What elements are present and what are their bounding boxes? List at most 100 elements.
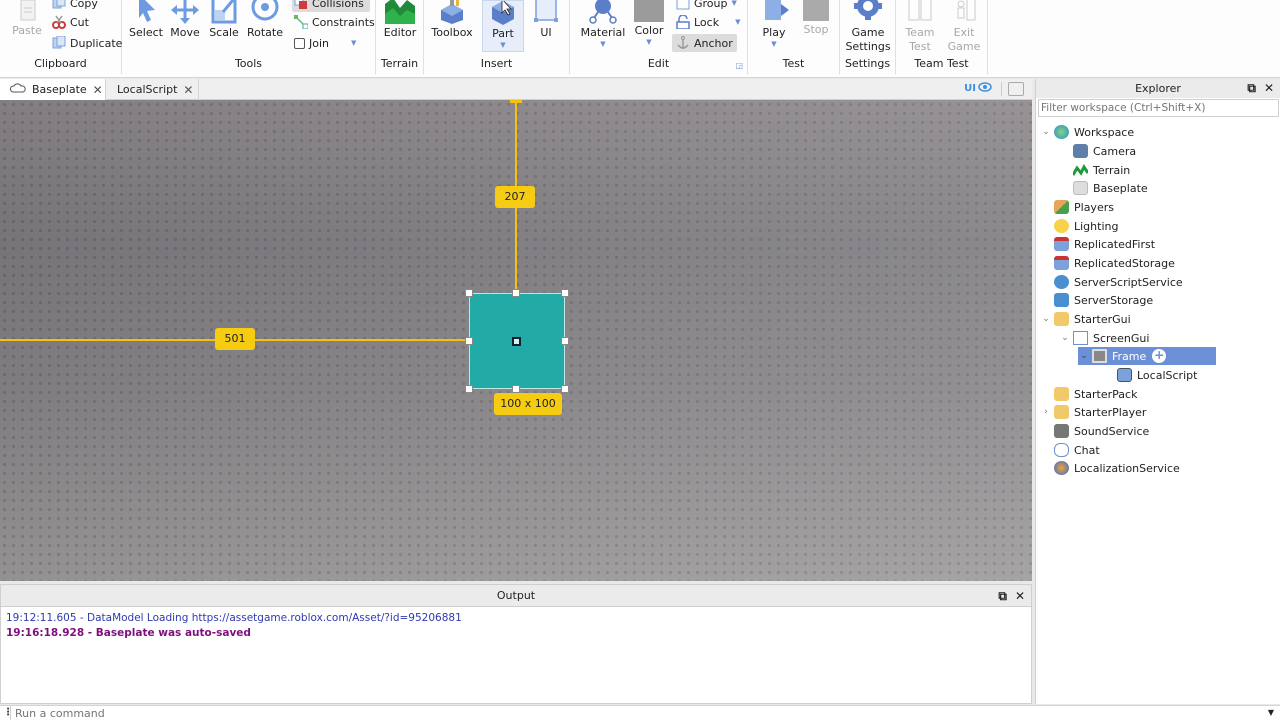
tree-item-serverscriptservice[interactable]: ServerScriptService <box>1052 273 1183 291</box>
tree-item-replicatedstorage[interactable]: ReplicatedStorage <box>1052 254 1175 272</box>
chevron-down-icon[interactable]: ⌄ <box>1040 127 1052 137</box>
chevron-down-icon[interactable]: ⌄ <box>1059 333 1071 343</box>
scale-tool-button[interactable]: Scale <box>206 0 242 40</box>
anchor-icon <box>676 36 690 50</box>
close-output-icon[interactable]: ✕ <box>1015 585 1025 607</box>
color-dropdown-icon[interactable]: ▼ <box>632 38 666 46</box>
tab-baseplate[interactable]: Baseplate ✕ <box>0 79 106 100</box>
tree-item-lighting[interactable]: Lighting <box>1052 217 1118 235</box>
server-script-icon <box>1054 275 1069 289</box>
cloud-icon <box>9 83 26 96</box>
tree-item-players[interactable]: Players <box>1052 198 1114 216</box>
join-checkbox[interactable]: Join ▼ <box>294 34 356 52</box>
tree-item-starterplayer[interactable]: › StarterPlayer <box>1040 403 1146 421</box>
tree-item-frame[interactable]: ⌄ Frame + <box>1078 347 1217 365</box>
tree-item-localizationservice[interactable]: LocalizationService <box>1052 459 1180 477</box>
tree-item-serverstorage[interactable]: ServerStorage <box>1052 291 1153 309</box>
group-button[interactable]: Group ▼ <box>676 0 737 12</box>
duplicate-icon <box>52 35 66 50</box>
frame-size-label: 100 x 100 <box>494 393 562 415</box>
material-molecule-icon <box>588 0 618 24</box>
exit-game-icon <box>949 0 979 24</box>
duplicate-button[interactable]: Duplicate <box>52 34 122 52</box>
tree-item-startergui[interactable]: ⌄ StarterGui <box>1040 310 1131 328</box>
tools-group: Select Move Scale Rotate Collisions Cons… <box>122 0 376 74</box>
terrain-group: Editor Terrain <box>376 0 424 74</box>
tree-item-baseplate[interactable]: Baseplate <box>1071 179 1148 197</box>
lock-button[interactable]: Lock ▼ <box>676 13 740 31</box>
settings-group: Game Settings Settings <box>840 0 896 74</box>
play-button[interactable]: Play ▼ <box>756 0 792 48</box>
tree-item-starterpack[interactable]: StarterPack <box>1052 385 1137 403</box>
rotate-tool-button[interactable]: Rotate <box>245 0 285 40</box>
resize-handle-bottom-right[interactable] <box>561 385 569 393</box>
paste-button[interactable]: Paste <box>8 0 46 38</box>
tree-item-chat[interactable]: Chat <box>1052 441 1100 459</box>
frame-center-handle[interactable] <box>512 337 521 346</box>
toolbox-icon <box>437 0 467 24</box>
stop-button[interactable]: Stop <box>798 0 834 37</box>
roblox-studio-window: Paste Copy Cut Duplicate Clipboard Selec… <box>0 0 1280 720</box>
lock-dropdown-icon[interactable]: ▼ <box>735 18 740 26</box>
explorer-filter-input[interactable] <box>1038 99 1279 117</box>
game-settings-button[interactable]: Game Settings <box>844 0 892 54</box>
material-dropdown-icon[interactable]: ▼ <box>580 40 626 48</box>
command-history-dropdown-icon[interactable]: ▼ <box>1268 708 1274 717</box>
play-dropdown-icon[interactable]: ▼ <box>756 40 792 48</box>
anchor-toggle[interactable]: Anchor <box>672 34 737 52</box>
chevron-down-icon[interactable]: ⌄ <box>1040 314 1052 324</box>
join-dropdown-icon[interactable]: ▼ <box>351 39 356 47</box>
ui-insert-button[interactable]: UI <box>528 0 564 40</box>
cut-button[interactable]: Cut <box>52 13 89 31</box>
tree-item-camera[interactable]: Camera <box>1071 142 1136 160</box>
group-dropdown-icon[interactable]: ▼ <box>732 0 737 7</box>
resize-handle-bottom[interactable] <box>512 385 520 393</box>
resize-handle-top[interactable] <box>512 289 520 297</box>
select-tool-button[interactable]: Select <box>128 0 164 40</box>
chevron-right-icon[interactable]: › <box>1040 407 1052 417</box>
team-test-group: Team Test Exit Game Team Test <box>896 0 988 74</box>
document-tab-bar: Baseplate ✕ LocalScript ✕ UI <box>0 79 1032 100</box>
ui-visibility-toggle[interactable]: UI <box>964 82 992 95</box>
resize-handle-right[interactable] <box>561 337 569 345</box>
color-button[interactable]: Color ▼ <box>632 0 666 46</box>
command-input[interactable] <box>10 706 1270 720</box>
resize-handle-left[interactable] <box>465 337 473 345</box>
move-tool-button[interactable]: Move <box>167 0 203 40</box>
ui-frame-icon <box>531 0 561 24</box>
tree-item-localscript[interactable]: LocalScript <box>1115 366 1197 384</box>
tree-item-terrain[interactable]: Terrain <box>1071 161 1130 179</box>
resize-handle-top-left[interactable] <box>465 289 473 297</box>
3d-viewport[interactable]: 207 501 100 x 100 <box>0 100 1032 581</box>
command-bar: ⋮ ▼ <box>0 705 1280 720</box>
constraints-button[interactable]: Constraints <box>294 13 375 31</box>
close-tab-localscript-icon[interactable]: ✕ <box>183 83 193 97</box>
chevron-down-icon[interactable]: ⌄ <box>1078 351 1090 361</box>
insert-object-plus-icon[interactable]: + <box>1152 349 1167 363</box>
part-dropdown-icon[interactable]: ▼ <box>483 41 523 49</box>
resize-handle-top-right[interactable] <box>561 289 569 297</box>
terrain-icon <box>1071 163 1090 177</box>
close-tab-baseplate-icon[interactable]: ✕ <box>93 83 103 97</box>
edit-group-expand-icon[interactable]: ◲ <box>735 61 743 70</box>
toolbox-button[interactable]: Toolbox <box>430 0 474 40</box>
team-test-button[interactable]: Team Test <box>900 0 940 54</box>
undock-icon[interactable]: ⧉ <box>998 585 1007 607</box>
tree-item-screengui[interactable]: ⌄ ScreenGui <box>1059 329 1149 347</box>
resize-handle-bottom-left[interactable] <box>465 385 473 393</box>
tree-item-replicatedfirst[interactable]: ReplicatedFirst <box>1052 235 1155 253</box>
part-button[interactable]: Part ▼ <box>482 0 524 52</box>
close-explorer-icon[interactable]: ✕ <box>1264 79 1274 98</box>
color-swatch-icon <box>634 0 664 22</box>
copy-button[interactable]: Copy <box>52 0 98 12</box>
device-emulator-icon[interactable] <box>1008 82 1024 96</box>
collisions-toggle[interactable]: Collisions <box>292 0 370 12</box>
undock-icon[interactable]: ⧉ <box>1247 79 1256 98</box>
terrain-editor-button[interactable]: Editor <box>382 0 418 40</box>
material-button[interactable]: Material ▼ <box>580 0 626 48</box>
constraints-icon <box>294 15 309 30</box>
tree-item-workspace[interactable]: ⌄ Workspace <box>1040 123 1134 141</box>
exit-game-button[interactable]: Exit Game <box>944 0 984 54</box>
tab-localscript[interactable]: LocalScript ✕ <box>107 79 199 100</box>
tree-item-soundservice[interactable]: SoundService <box>1052 422 1149 440</box>
